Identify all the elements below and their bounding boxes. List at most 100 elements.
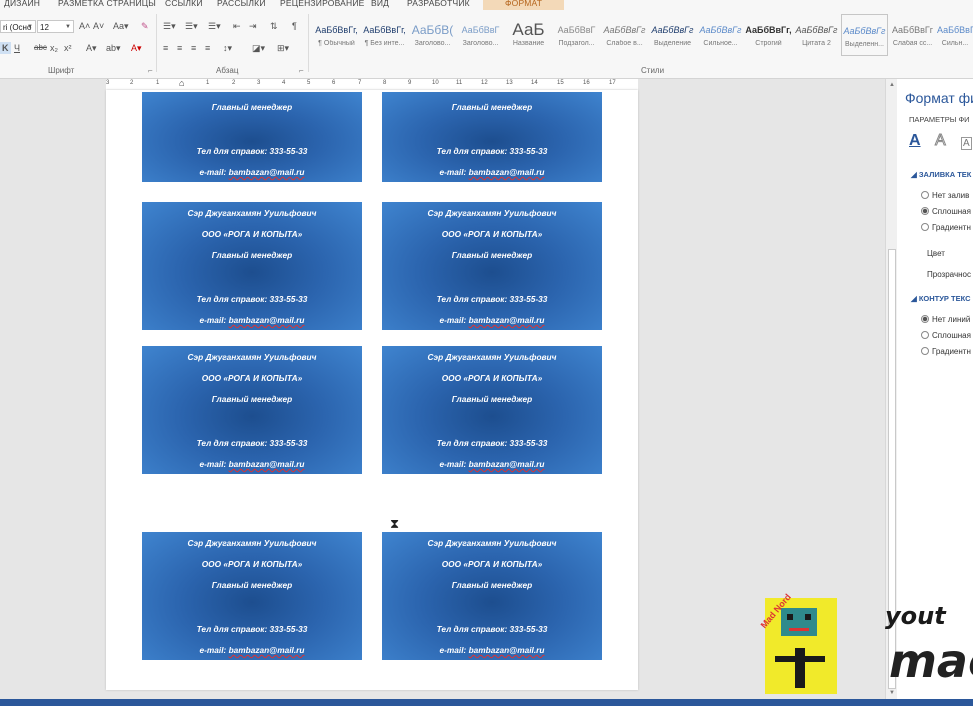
align-right-icon[interactable]: ≡ bbox=[191, 42, 196, 54]
clear-formatting-icon[interactable]: ✎ bbox=[141, 20, 149, 32]
tab-review[interactable]: РЕЦЕНЗИРОВАНИЕ bbox=[280, 0, 365, 8]
card-company: ООО «РОГА И КОПЫТА» bbox=[441, 559, 543, 569]
outline-option[interactable]: Сплошная bbox=[921, 331, 971, 340]
text-outline-icon[interactable]: A bbox=[935, 132, 947, 150]
style-name: Слабая сс... bbox=[892, 40, 933, 47]
style-item[interactable]: АаБбВвГг, ¶ Без инте... bbox=[361, 14, 408, 56]
font-size-combo[interactable]: 12 ▼ bbox=[37, 20, 74, 33]
style-item[interactable]: АаБбВвГг Цитата 2 bbox=[793, 14, 840, 56]
card-name: Сэр Джуганхамян Ууильфович bbox=[427, 208, 557, 218]
style-item[interactable]: АаБбВвГг Выделение bbox=[649, 14, 696, 56]
sort-icon[interactable]: ⇅ bbox=[270, 20, 278, 32]
radio-selected-icon bbox=[921, 207, 929, 215]
numbering-icon[interactable]: ☰▾ bbox=[185, 20, 198, 32]
card-email-prefix: e-mail: bbox=[199, 167, 229, 177]
tab-view[interactable]: ВИД bbox=[371, 0, 389, 8]
card-email: bambazan@mail.ru bbox=[468, 167, 545, 177]
style-name: Выделенн... bbox=[845, 41, 884, 48]
fill-option[interactable]: Градиентн bbox=[921, 223, 971, 232]
bullets-icon[interactable]: ☰▾ bbox=[163, 20, 176, 32]
color-label: Цвет bbox=[927, 249, 945, 258]
change-case-icon[interactable]: Aa▾ bbox=[113, 20, 129, 32]
style-item[interactable]: АаБбВ(Заголово... bbox=[409, 14, 456, 56]
font-name-combo[interactable]: ri (Осно ▼ bbox=[0, 20, 36, 33]
fill-option[interactable]: Нет залив bbox=[921, 191, 969, 200]
card-name: Сэр Джуганхамян Ууильфович bbox=[427, 352, 557, 362]
card-phone: Тел для справок: 333-55-33 bbox=[196, 294, 308, 304]
tab-format[interactable]: ФОРМАТ bbox=[483, 0, 565, 10]
style-item[interactable]: АаБбВвГ Заголово... bbox=[457, 14, 504, 56]
style-item[interactable]: АаБбВвГг Сильное... bbox=[697, 14, 744, 56]
business-card[interactable]: Сэр Джуганхамян Ууильфович ООО «РОГА И КО… bbox=[142, 532, 362, 660]
tab-references[interactable]: ССЫЛКИ bbox=[165, 0, 203, 8]
tab-page-layout[interactable]: РАЗМЕТКА СТРАНИЦЫ bbox=[58, 0, 156, 8]
shrink-font-icon[interactable]: A˅ bbox=[93, 20, 104, 32]
pilcrow-icon[interactable]: ¶ bbox=[292, 20, 297, 32]
outline-option[interactable]: Градиентн bbox=[921, 347, 971, 356]
tab-design[interactable]: ДИЗАЙН bbox=[4, 0, 40, 8]
highlight-icon[interactable]: ab▾ bbox=[106, 42, 121, 54]
style-item[interactable]: АаБбВвГг Сильн... bbox=[937, 14, 973, 56]
style-item[interactable]: АаБбВвГг Слабая сс... bbox=[889, 14, 936, 56]
justify-icon[interactable]: ≡ bbox=[205, 42, 210, 54]
strikethrough-button[interactable]: abc bbox=[34, 42, 47, 54]
chevron-down-icon[interactable]: ▼ bbox=[65, 21, 71, 32]
outline-section-header[interactable]: ◢ КОНТУР ТЕКС bbox=[911, 294, 971, 303]
style-item[interactable]: АаБбВвГг Слабое в... bbox=[601, 14, 648, 56]
business-card[interactable]: Сэр Джуганхамян Ууильфович ООО «РОГА И КО… bbox=[142, 202, 362, 330]
ruler-number: 14 bbox=[531, 80, 538, 86]
text-effects-icon[interactable]: A▾ bbox=[86, 42, 97, 54]
italic-button[interactable]: K bbox=[0, 42, 11, 54]
dialog-launcher-icon[interactable]: ⌐ bbox=[299, 66, 304, 75]
style-item[interactable]: АаБ Название bbox=[505, 14, 552, 56]
tab-developer[interactable]: РАЗРАБОТЧИК bbox=[407, 0, 470, 8]
style-item[interactable]: АаБбВвГг, ¶ Обычный bbox=[313, 14, 360, 56]
borders-icon[interactable]: ⊞▾ bbox=[277, 42, 289, 54]
ruler-number: 13 bbox=[506, 80, 513, 86]
dialog-launcher-icon[interactable]: ⌐ bbox=[148, 66, 153, 75]
fill-option[interactable]: Сплошная bbox=[921, 207, 971, 216]
text-fill-icon[interactable]: A bbox=[909, 132, 921, 150]
tab-mailings[interactable]: РАССЫЛКИ bbox=[217, 0, 266, 8]
style-sample: АаБбВвГ bbox=[557, 25, 596, 35]
card-company: ООО «РОГА И КОПЫТА» bbox=[441, 373, 543, 383]
text-box-icon[interactable]: A bbox=[961, 137, 972, 150]
style-item[interactable]: АаБбВвГ Подзагол... bbox=[553, 14, 600, 56]
indent-marker-icon[interactable]: ⌂ bbox=[179, 78, 184, 88]
radio-selected-icon bbox=[921, 315, 929, 323]
business-card[interactable]: Главный менеджер Тел для справок: 333-55-… bbox=[382, 92, 602, 182]
outline-option[interactable]: Нет линий bbox=[921, 315, 970, 324]
decrease-indent-icon[interactable]: ⇤ bbox=[233, 20, 241, 32]
style-item[interactable]: АаБбВвГг, Строгий bbox=[745, 14, 792, 56]
underline-button[interactable]: Ч bbox=[14, 42, 20, 54]
multilevel-list-icon[interactable]: ☰▾ bbox=[208, 20, 221, 32]
business-card[interactable]: Сэр Джуганхамян Ууильфович ООО «РОГА И КО… bbox=[382, 202, 602, 330]
business-card[interactable]: Сэр Джуганхамян Ууильфович ООО «РОГА И КО… bbox=[382, 346, 602, 474]
business-card[interactable]: Главный менеджер Тел для справок: 333-55-… bbox=[142, 92, 362, 182]
card-position: Главный менеджер bbox=[451, 580, 533, 590]
superscript-button[interactable]: x² bbox=[64, 42, 72, 54]
align-center-icon[interactable]: ≡ bbox=[177, 42, 182, 54]
scroll-up-icon[interactable]: ▲ bbox=[889, 82, 895, 88]
radio-icon bbox=[921, 347, 929, 355]
style-sample: АаБбВвГг, bbox=[745, 25, 792, 35]
style-sample: АаБбВ( bbox=[411, 23, 454, 37]
business-card[interactable]: Сэр Джуганхамян Ууильфович ООО «РОГА И КО… bbox=[382, 532, 602, 660]
style-sample: АаБбВвГг, bbox=[315, 25, 358, 35]
increase-indent-icon[interactable]: ⇥ bbox=[249, 20, 257, 32]
pane-subtitle[interactable]: ПАРАМЕТРЫ ФИ bbox=[909, 115, 970, 124]
style-item[interactable]: АаБбВвГг Выделенн... bbox=[841, 14, 888, 56]
align-left-icon[interactable]: ≡ bbox=[163, 42, 168, 54]
chevron-down-icon[interactable]: ▼ bbox=[27, 21, 33, 32]
grow-font-icon[interactable]: A˄ bbox=[79, 20, 90, 32]
fill-section-header[interactable]: ◢ ЗАЛИВКА ТЕК bbox=[911, 170, 971, 179]
outline-option-label: Сплошная bbox=[932, 331, 971, 340]
business-card[interactable]: Сэр Джуганхамян Ууильфович ООО «РОГА И КО… bbox=[142, 346, 362, 474]
font-color-icon[interactable]: A▾ bbox=[131, 42, 142, 54]
style-name: Строгий bbox=[755, 40, 782, 47]
subscript-button[interactable]: x₂ bbox=[50, 42, 58, 54]
shading-icon[interactable]: ◪▾ bbox=[252, 42, 265, 54]
line-spacing-icon[interactable]: ↕▾ bbox=[223, 42, 232, 54]
ruler-number: 12 bbox=[481, 80, 488, 86]
pane-title: Формат фи bbox=[905, 90, 973, 106]
